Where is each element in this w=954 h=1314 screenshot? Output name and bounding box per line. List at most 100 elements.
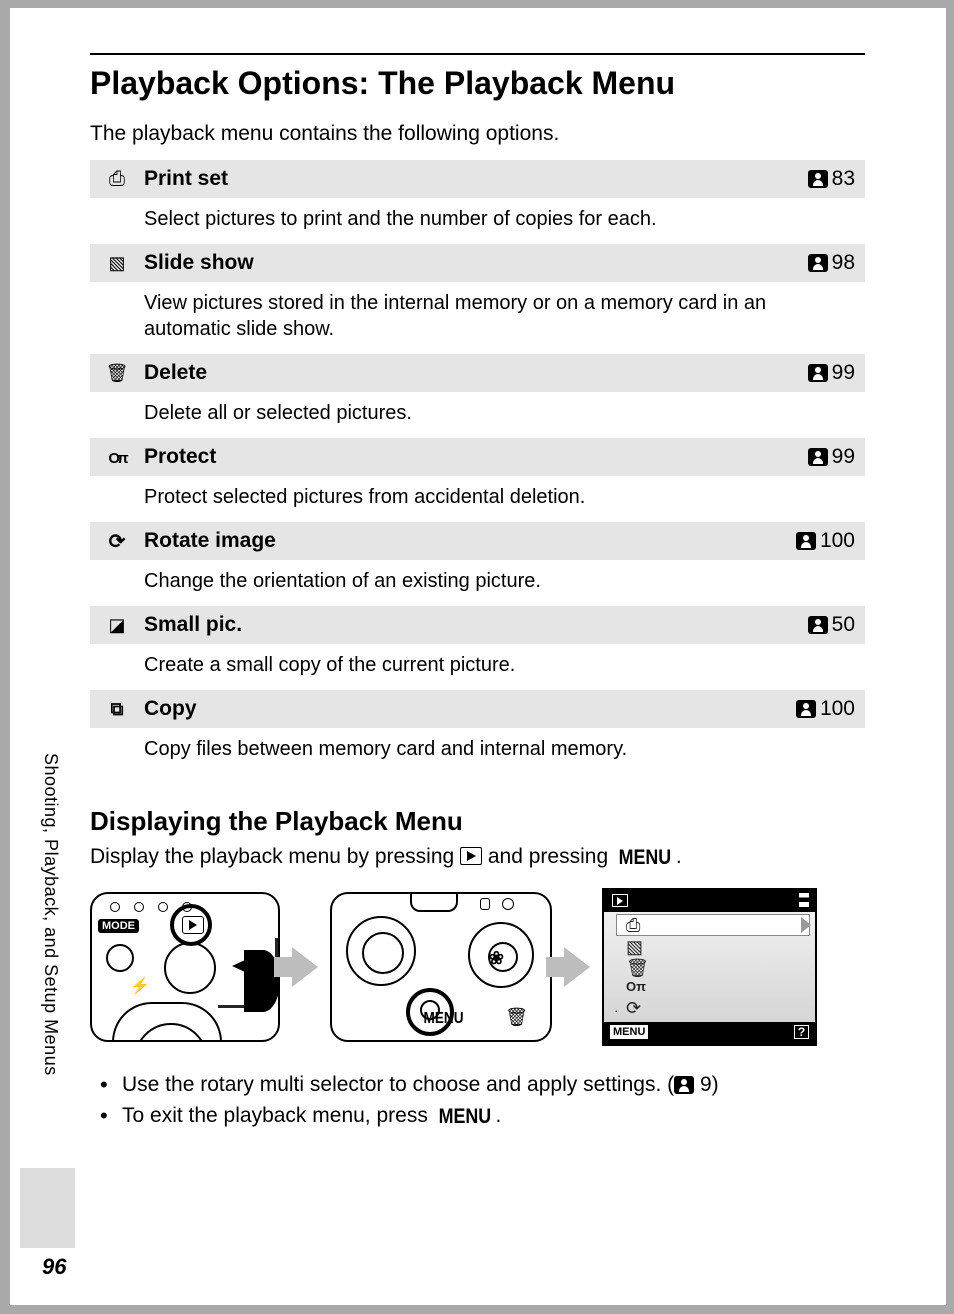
screen-menu-icon: ⟳ — [626, 998, 641, 1019]
bullet-list: Use the rotary multi selector to choose … — [90, 1070, 865, 1132]
page-number: 96 — [42, 1254, 66, 1280]
step-arrow-icon — [564, 947, 590, 987]
knob-icon — [106, 944, 134, 972]
option-row-small-pic: Small pic. 50 — [90, 606, 865, 644]
display-instruction: Display the playback menu by pressing an… — [90, 845, 865, 870]
led-icon — [502, 898, 514, 910]
camera-back-diagram-2: ❀ MENU 🗑 — [330, 892, 552, 1042]
scroll-dot: · — [614, 1002, 619, 1018]
copy-icon — [111, 698, 124, 721]
small-pic-icon — [108, 614, 125, 637]
bullet-text: To exit the playback menu, press — [122, 1104, 434, 1127]
page-ref-number: 50 — [832, 613, 855, 637]
menu-footer-label: MENU — [610, 1025, 648, 1039]
camera-back-diagram-1: MODE ⚡ — [90, 892, 280, 1042]
bullet-text: ) — [712, 1073, 719, 1096]
instruction-text: and pressing — [488, 845, 614, 868]
multi-selector-icon — [164, 942, 216, 994]
menu-button-icon: MENU — [438, 1102, 491, 1131]
selected-menu-item — [616, 914, 810, 936]
option-page-ref: 100 — [796, 697, 855, 721]
side-tab — [20, 1168, 75, 1248]
screen-menu-icon: Oπ — [626, 979, 646, 994]
intro-text: The playback menu contains the following… — [90, 122, 865, 146]
instruction-text: Display the playback menu by pressing — [90, 845, 460, 868]
page-ref-icon — [796, 532, 816, 550]
rotate-image-icon — [109, 529, 126, 554]
led-icon — [480, 898, 490, 910]
page-ref-icon — [808, 170, 828, 188]
page-ref-icon — [796, 700, 816, 718]
option-page-ref: 100 — [796, 529, 855, 553]
page-ref-number: 99 — [832, 361, 855, 385]
option-row-slide-show: Slide show 98 — [90, 244, 865, 282]
list-item: To exit the playback menu, press MENU. — [94, 1101, 865, 1131]
option-page-ref: 99 — [808, 445, 855, 469]
playback-mode-icon — [612, 894, 628, 907]
battery-icon — [799, 893, 809, 907]
option-desc: Protect selected pictures from accidenta… — [90, 476, 865, 522]
option-label: Copy — [144, 697, 796, 721]
page-ref-number: 83 — [832, 167, 855, 191]
option-row-delete: Delete 99 — [90, 354, 865, 392]
page-ref-icon — [674, 1076, 694, 1094]
macro-icon: ❀ — [489, 948, 504, 969]
screen-menu-icon: ⎙ — [626, 915, 640, 936]
page-ref-icon — [808, 254, 828, 272]
page-ref-number: 9 — [700, 1073, 712, 1096]
bullet-text: . — [496, 1104, 502, 1127]
flash-icon: ⚡ — [130, 976, 150, 996]
page-ref-number: 100 — [820, 697, 855, 721]
page-ref-number: 99 — [832, 445, 855, 469]
lens-outline — [112, 1002, 222, 1042]
option-desc: Create a small copy of the current pictu… — [90, 644, 865, 690]
diagram-strip: MODE ⚡ ❀ MENU — [90, 888, 865, 1046]
option-page-ref: 50 — [808, 613, 855, 637]
step-arrow-icon — [292, 947, 318, 987]
delete-icon — [106, 362, 129, 385]
option-page-ref: 99 — [808, 361, 855, 385]
page-ref-icon — [808, 616, 828, 634]
highlight-circle-icon — [170, 904, 212, 946]
heading-rule — [90, 53, 865, 55]
help-icon: ? — [794, 1025, 809, 1039]
subheading: Displaying the Playback Menu — [90, 806, 865, 837]
list-item: Use the rotary multi selector to choose … — [94, 1070, 865, 1099]
page-ref-icon — [808, 364, 828, 382]
protect-icon — [108, 446, 125, 469]
slide-show-icon — [108, 252, 125, 275]
screen-menu-icon: ▧ — [626, 937, 643, 958]
option-row-protect: Protect 99 — [90, 438, 865, 476]
menu-label: MENU — [424, 1010, 464, 1028]
camera-screen-diagram: ⎙ ▧ 🗑 Oπ · ⟳ MENU ? — [602, 888, 817, 1046]
option-label: Small pic. — [144, 613, 808, 637]
page-ref-icon — [808, 448, 828, 466]
delete-icon: 🗑 — [505, 1007, 528, 1028]
option-desc: Change the orientation of an existing pi… — [90, 560, 865, 606]
print-set-icon — [109, 168, 125, 191]
section-tab-label: Shooting, Playback, and Setup Menus — [40, 753, 61, 1076]
option-desc: Delete all or selected pictures. — [90, 392, 865, 438]
menu-button-icon: MENU — [619, 846, 672, 870]
option-label: Rotate image — [144, 529, 796, 553]
option-desc: Copy files between memory card and inter… — [90, 728, 865, 774]
option-page-ref: 98 — [808, 251, 855, 275]
selector-wheel-icon — [346, 916, 416, 986]
page-ref-number: 98 — [832, 251, 855, 275]
option-label: Slide show — [144, 251, 808, 275]
instruction-text: . — [676, 845, 682, 868]
playback-button-icon — [460, 847, 482, 865]
screen-menu-icon: 🗑 — [626, 958, 649, 979]
option-page-ref: 83 — [808, 167, 855, 191]
option-desc: Select pictures to print and the number … — [90, 198, 865, 244]
mode-label: MODE — [98, 919, 139, 933]
option-label: Protect — [144, 445, 808, 469]
option-row-print-set: Print set 83 — [90, 160, 865, 198]
bullet-text: Use the rotary multi selector to choose … — [122, 1073, 674, 1096]
option-label: Print set — [144, 167, 808, 191]
viewfinder-outline — [410, 894, 458, 912]
page-ref-number: 100 — [820, 529, 855, 553]
option-row-rotate-image: Rotate image 100 — [90, 522, 865, 560]
option-desc: View pictures stored in the internal mem… — [90, 282, 865, 354]
page-title: Playback Options: The Playback Menu — [90, 65, 865, 102]
